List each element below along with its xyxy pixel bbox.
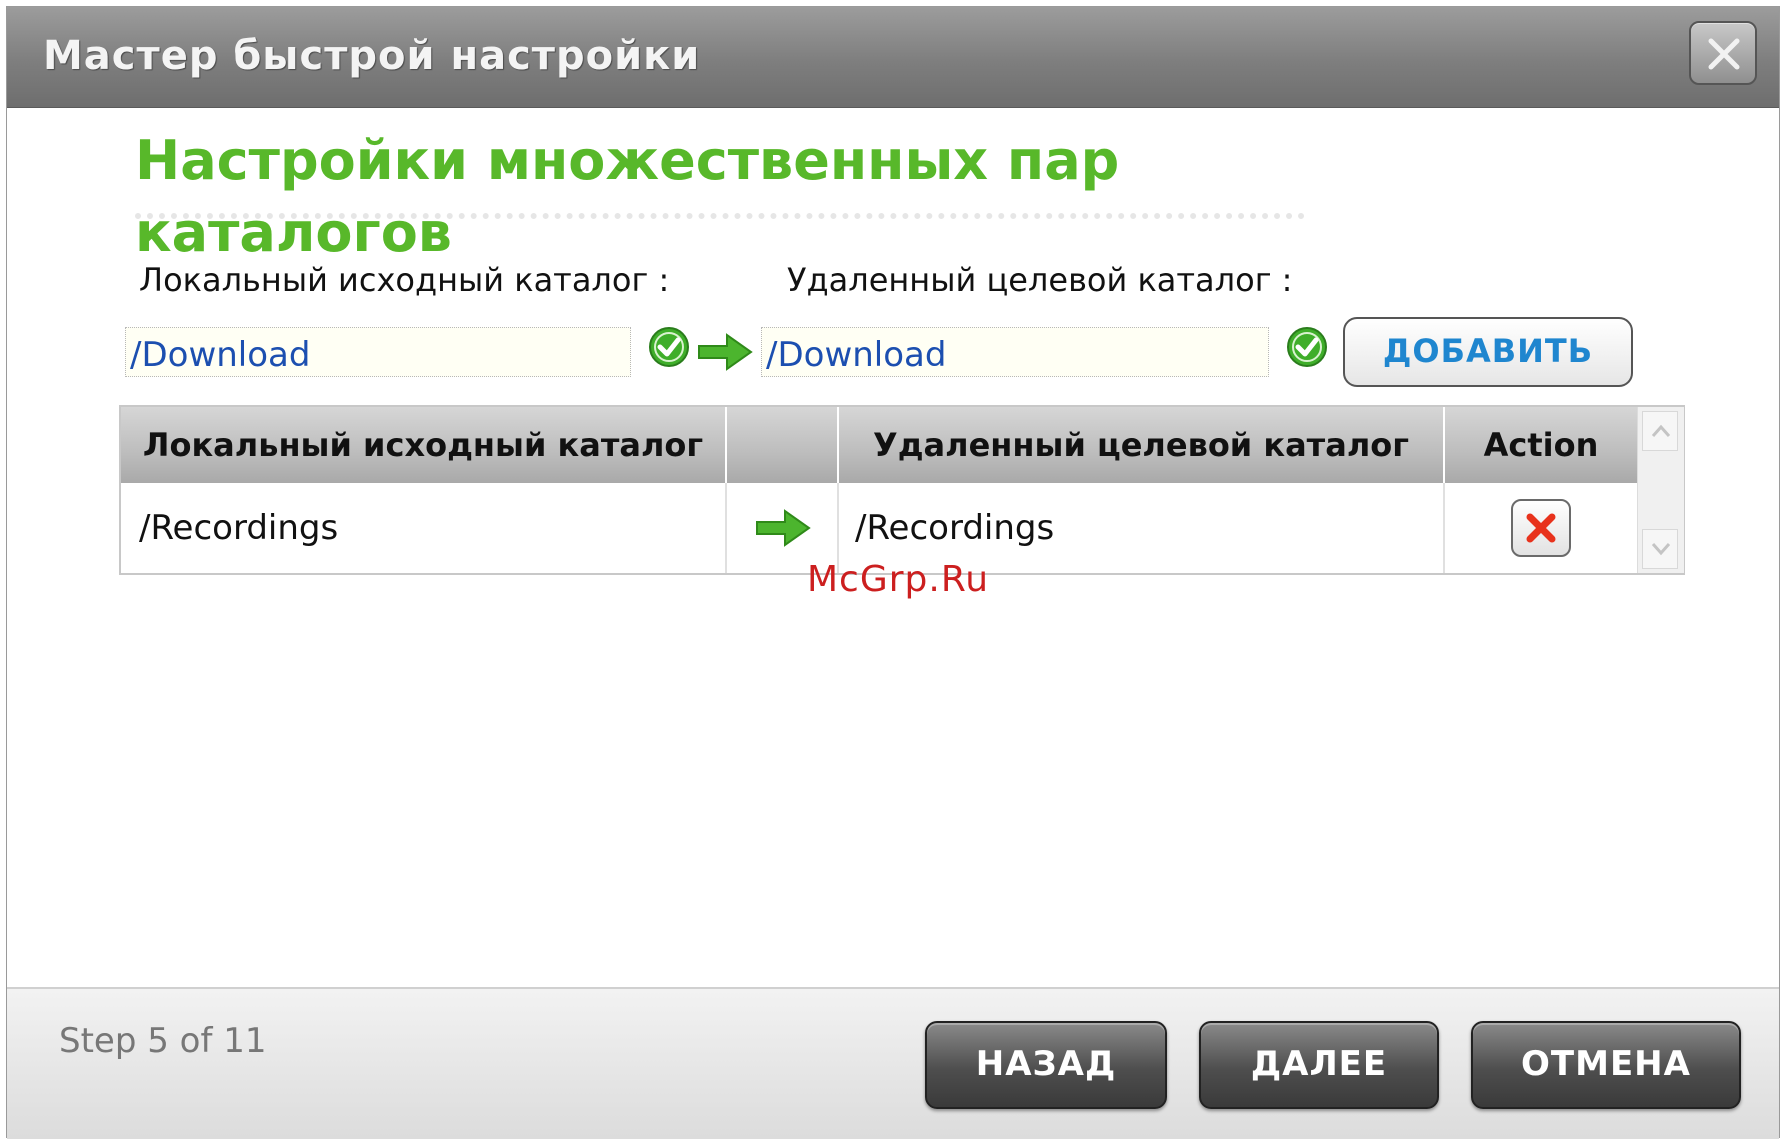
dialog-footer: Step 5 of 11 НАЗАД ДАЛЕЕ ОТМЕНА <box>7 987 1779 1139</box>
step-indicator: Step 5 of 11 <box>59 1021 267 1061</box>
remote-folder-input[interactable] <box>761 327 1269 377</box>
next-button[interactable]: ДАЛЕЕ <box>1199 1021 1439 1109</box>
add-pair-button[interactable]: ДОБАВИТЬ <box>1343 317 1633 387</box>
scroll-up-button[interactable] <box>1642 411 1678 451</box>
heading-divider <box>135 213 1305 219</box>
close-icon <box>1708 38 1740 70</box>
table-header: Локальный исходный каталог Удаленный цел… <box>121 407 1637 483</box>
folder-pairs-table: Локальный исходный каталог Удаленный цел… <box>119 405 1685 575</box>
column-header-action: Action <box>1483 426 1599 464</box>
scroll-down-button[interactable] <box>1642 529 1678 569</box>
delete-row-button[interactable] <box>1511 499 1571 557</box>
scroll-up-icon <box>1651 424 1671 437</box>
page-heading: Настройки множественных пар каталогов <box>135 125 1315 269</box>
back-button[interactable]: НАЗАД <box>925 1021 1167 1109</box>
close-button[interactable] <box>1689 21 1757 85</box>
arrow-right-icon <box>698 333 753 371</box>
remote-folder-label: Удаленный целевой каталог : <box>787 261 1293 299</box>
title-bar: Мастер быстрой настройки <box>7 7 1779 108</box>
page-heading-line1: Настройки множественных пар <box>135 129 1120 192</box>
local-folder-label: Локальный исходный каталог : <box>139 261 670 299</box>
column-header-arrow <box>727 407 839 483</box>
window-title: Мастер быстрой настройки <box>43 33 701 79</box>
local-check-icon <box>649 327 689 367</box>
table-scrollbar[interactable] <box>1637 407 1684 573</box>
remote-check-icon <box>1287 327 1327 367</box>
column-header-local: Локальный исходный каталог <box>121 407 727 483</box>
column-header-remote: Удаленный целевой каталог <box>839 407 1445 483</box>
row-local-folder: /Recordings <box>121 483 727 573</box>
page-heading-line2: каталогов <box>135 201 452 264</box>
delete-icon <box>1526 513 1556 543</box>
watermark-text: McGrp.Ru <box>807 559 990 600</box>
cancel-button[interactable]: ОТМЕНА <box>1471 1021 1741 1109</box>
local-folder-input[interactable] <box>125 327 631 377</box>
scroll-down-icon <box>1651 543 1671 556</box>
row-arrow-right-icon <box>756 509 811 547</box>
wizard-dialog: Мастер быстрой настройки Настройки множе… <box>6 6 1780 1139</box>
